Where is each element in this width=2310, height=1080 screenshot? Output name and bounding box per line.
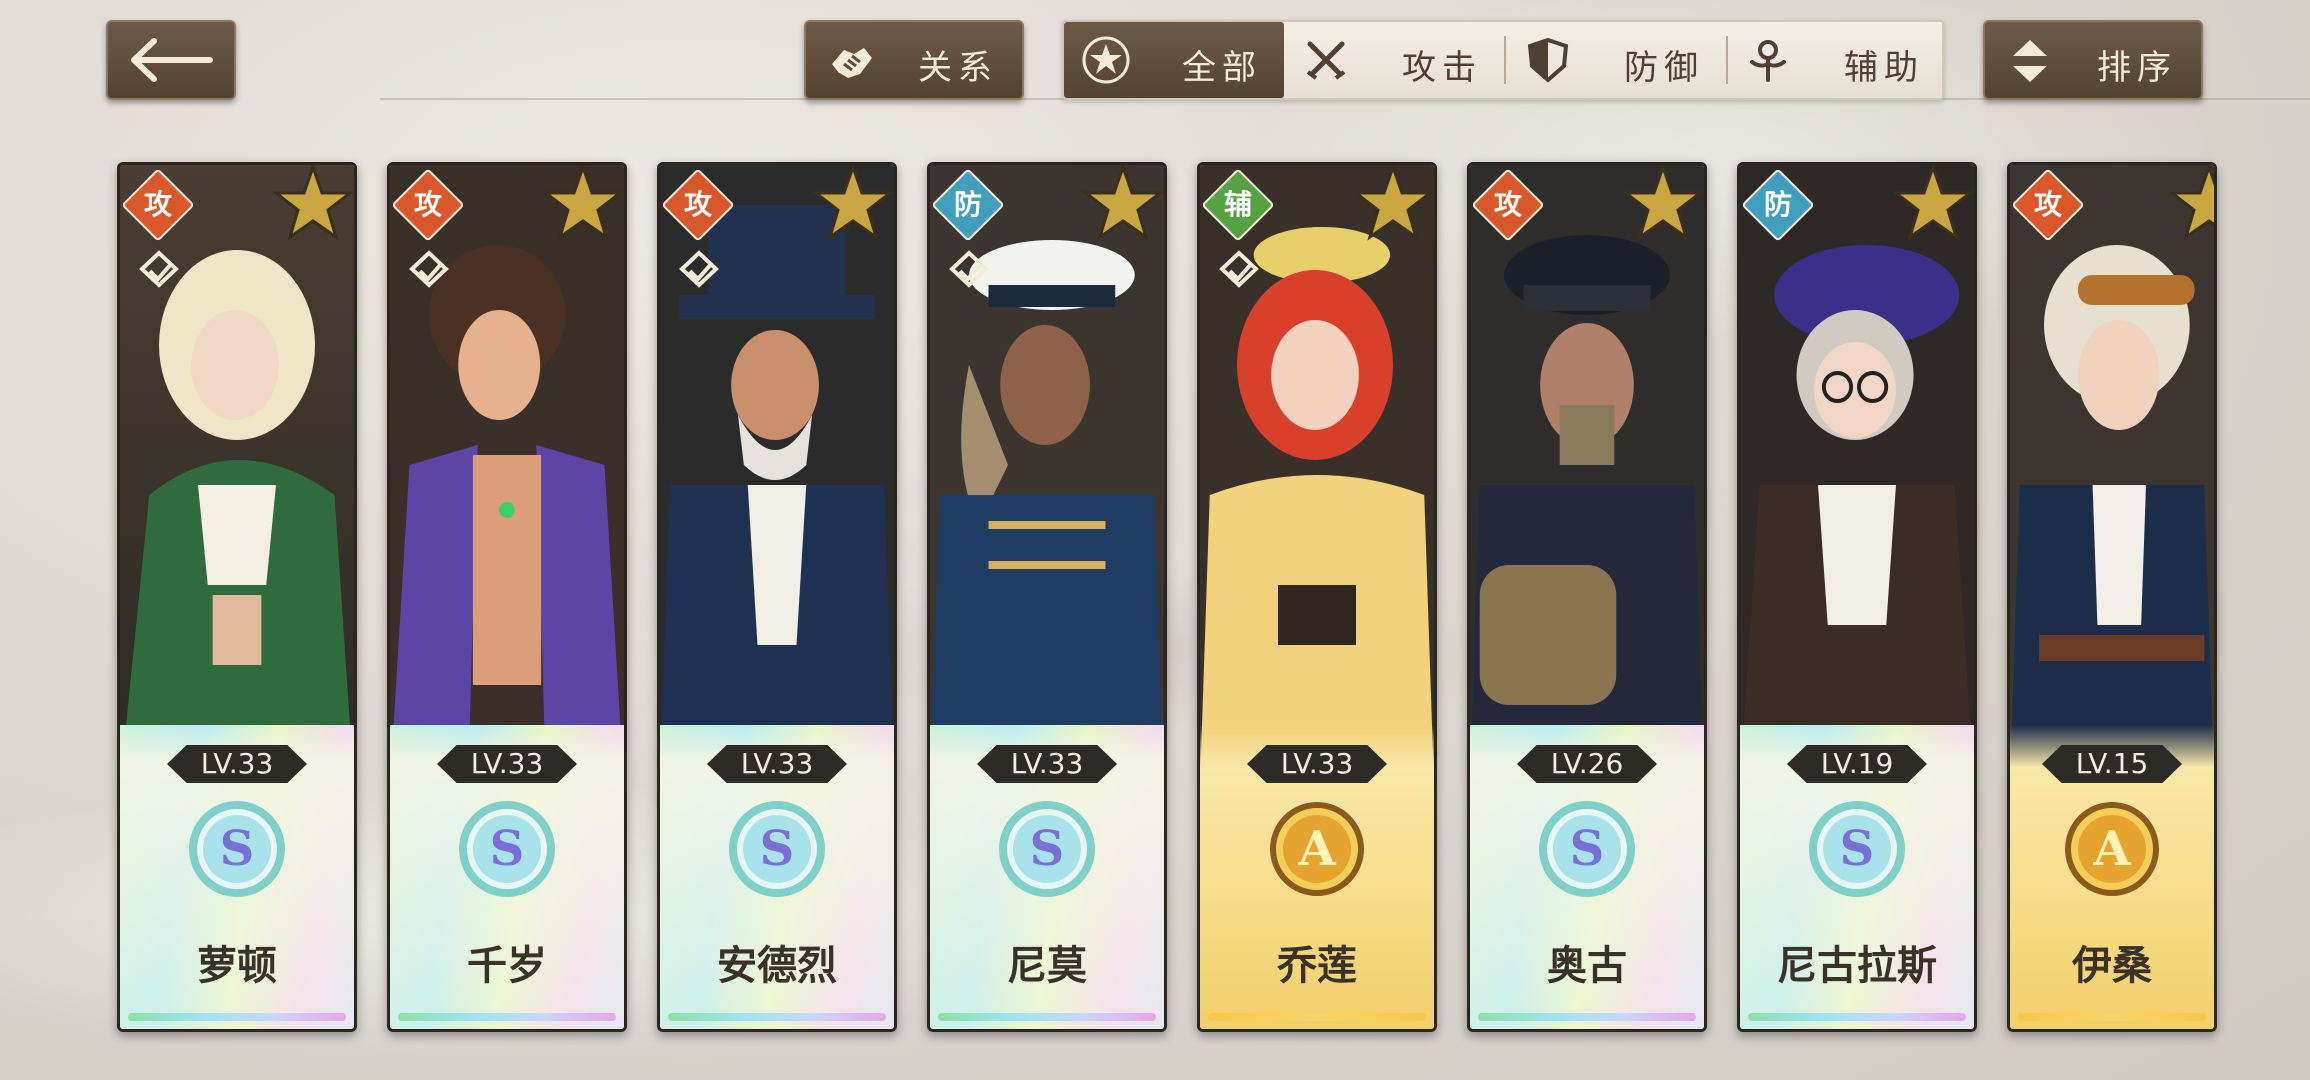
svg-text:A: A (1297, 821, 1336, 877)
star-icon (1622, 165, 1704, 241)
class-emblem-icon (1219, 250, 1259, 288)
star-icon (1352, 165, 1434, 241)
tab-all-label: 全部 (1182, 48, 1262, 88)
character-name: 千岁 (467, 942, 547, 989)
character-portrait (2010, 165, 2214, 785)
rank-a-icon: A (1269, 801, 1365, 897)
star-icon (812, 165, 894, 241)
back-arrow-icon (131, 38, 213, 82)
class-emblem-icon (679, 250, 719, 288)
tab-support[interactable]: 辅助 (1726, 22, 1946, 98)
level-label: LV.33 (707, 745, 847, 783)
tab-support-label: 辅助 (1844, 48, 1924, 88)
star-icon (272, 165, 354, 241)
relation-button[interactable]: 关系 (804, 20, 1024, 100)
rank-s-icon: S (1539, 801, 1635, 897)
star-icon (1082, 165, 1164, 241)
character-card[interactable]: 攻 LV.26 S 奥古 (1467, 162, 1707, 1032)
tab-attack-label: 攻击 (1402, 48, 1482, 88)
character-portrait (1740, 165, 1974, 785)
rank-s-icon: S (729, 801, 825, 897)
back-button[interactable] (106, 20, 236, 100)
character-card[interactable]: 攻 LV.33 S 安德烈 (657, 162, 897, 1032)
svg-text:S: S (1840, 821, 1875, 877)
tab-attack[interactable]: 攻击 (1284, 22, 1504, 98)
level-label: LV.26 (1517, 745, 1657, 783)
rank-s-icon: S (459, 801, 555, 897)
character-name: 伊桑 (2072, 942, 2152, 989)
star-icon (1892, 165, 1974, 241)
star-icon (2168, 165, 2214, 241)
character-name: 安德烈 (717, 942, 837, 989)
svg-text:S: S (1570, 821, 1605, 877)
crossed-swords-icon (1306, 41, 1346, 80)
character-card[interactable]: 攻 LV.33 S 千岁 (387, 162, 627, 1032)
character-name: 乔莲 (1277, 942, 1357, 989)
character-name: 萝顿 (197, 942, 277, 989)
rank-s-icon: S (189, 801, 285, 897)
character-portrait (1470, 165, 1704, 785)
character-card[interactable]: 攻 LV.15 A 伊桑 (2007, 162, 2217, 1032)
star-icon (542, 165, 624, 241)
character-card[interactable]: 攻 LV.33 S 萝顿 (117, 162, 357, 1032)
class-emblem-icon (949, 250, 989, 288)
star-circle-icon (1082, 36, 1130, 84)
level-label: LV.33 (437, 745, 577, 783)
level-label: LV.19 (1787, 745, 1927, 783)
sort-button[interactable]: 排序 (1983, 20, 2203, 100)
character-name: 尼古拉斯 (1777, 942, 1937, 989)
character-card[interactable]: 辅 LV.33 A 乔莲 (1197, 162, 1437, 1032)
tab-defense-label: 防御 (1624, 48, 1704, 88)
svg-text:A: A (2092, 821, 2131, 877)
sort-label: 排序 (2097, 48, 2177, 88)
level-label: LV.33 (977, 745, 1117, 783)
svg-text:S: S (1030, 821, 1065, 877)
tab-all[interactable]: 全部 (1064, 22, 1284, 98)
character-card[interactable]: 防 LV.33 S 尼莫 (927, 162, 1167, 1032)
character-name: 尼莫 (1007, 942, 1087, 989)
sort-updown-icon (2013, 40, 2047, 82)
rank-s-icon: S (1809, 801, 1905, 897)
svg-text:S: S (760, 821, 795, 877)
level-label: LV.33 (167, 745, 307, 783)
svg-text:S: S (490, 821, 525, 877)
class-emblem-icon (139, 250, 179, 288)
tab-defense[interactable]: 防御 (1506, 22, 1726, 98)
rank-a-icon: A (2064, 801, 2160, 897)
support-emblem-icon (1750, 40, 1786, 82)
rank-s-icon: S (999, 801, 1095, 897)
level-label: LV.15 (2042, 745, 2182, 783)
handshake-icon (832, 48, 872, 78)
level-label: LV.33 (1247, 745, 1387, 783)
character-card[interactable]: 防 LV.19 S 尼古拉斯 (1737, 162, 1977, 1032)
shield-icon (1527, 37, 1569, 83)
relation-label: 关系 (918, 48, 998, 88)
svg-text:S: S (220, 821, 255, 877)
character-name: 奥古 (1547, 942, 1627, 989)
role-filter-bar: 全部 攻击 防御 辅助 (1062, 20, 1944, 100)
class-emblem-icon (409, 250, 449, 288)
